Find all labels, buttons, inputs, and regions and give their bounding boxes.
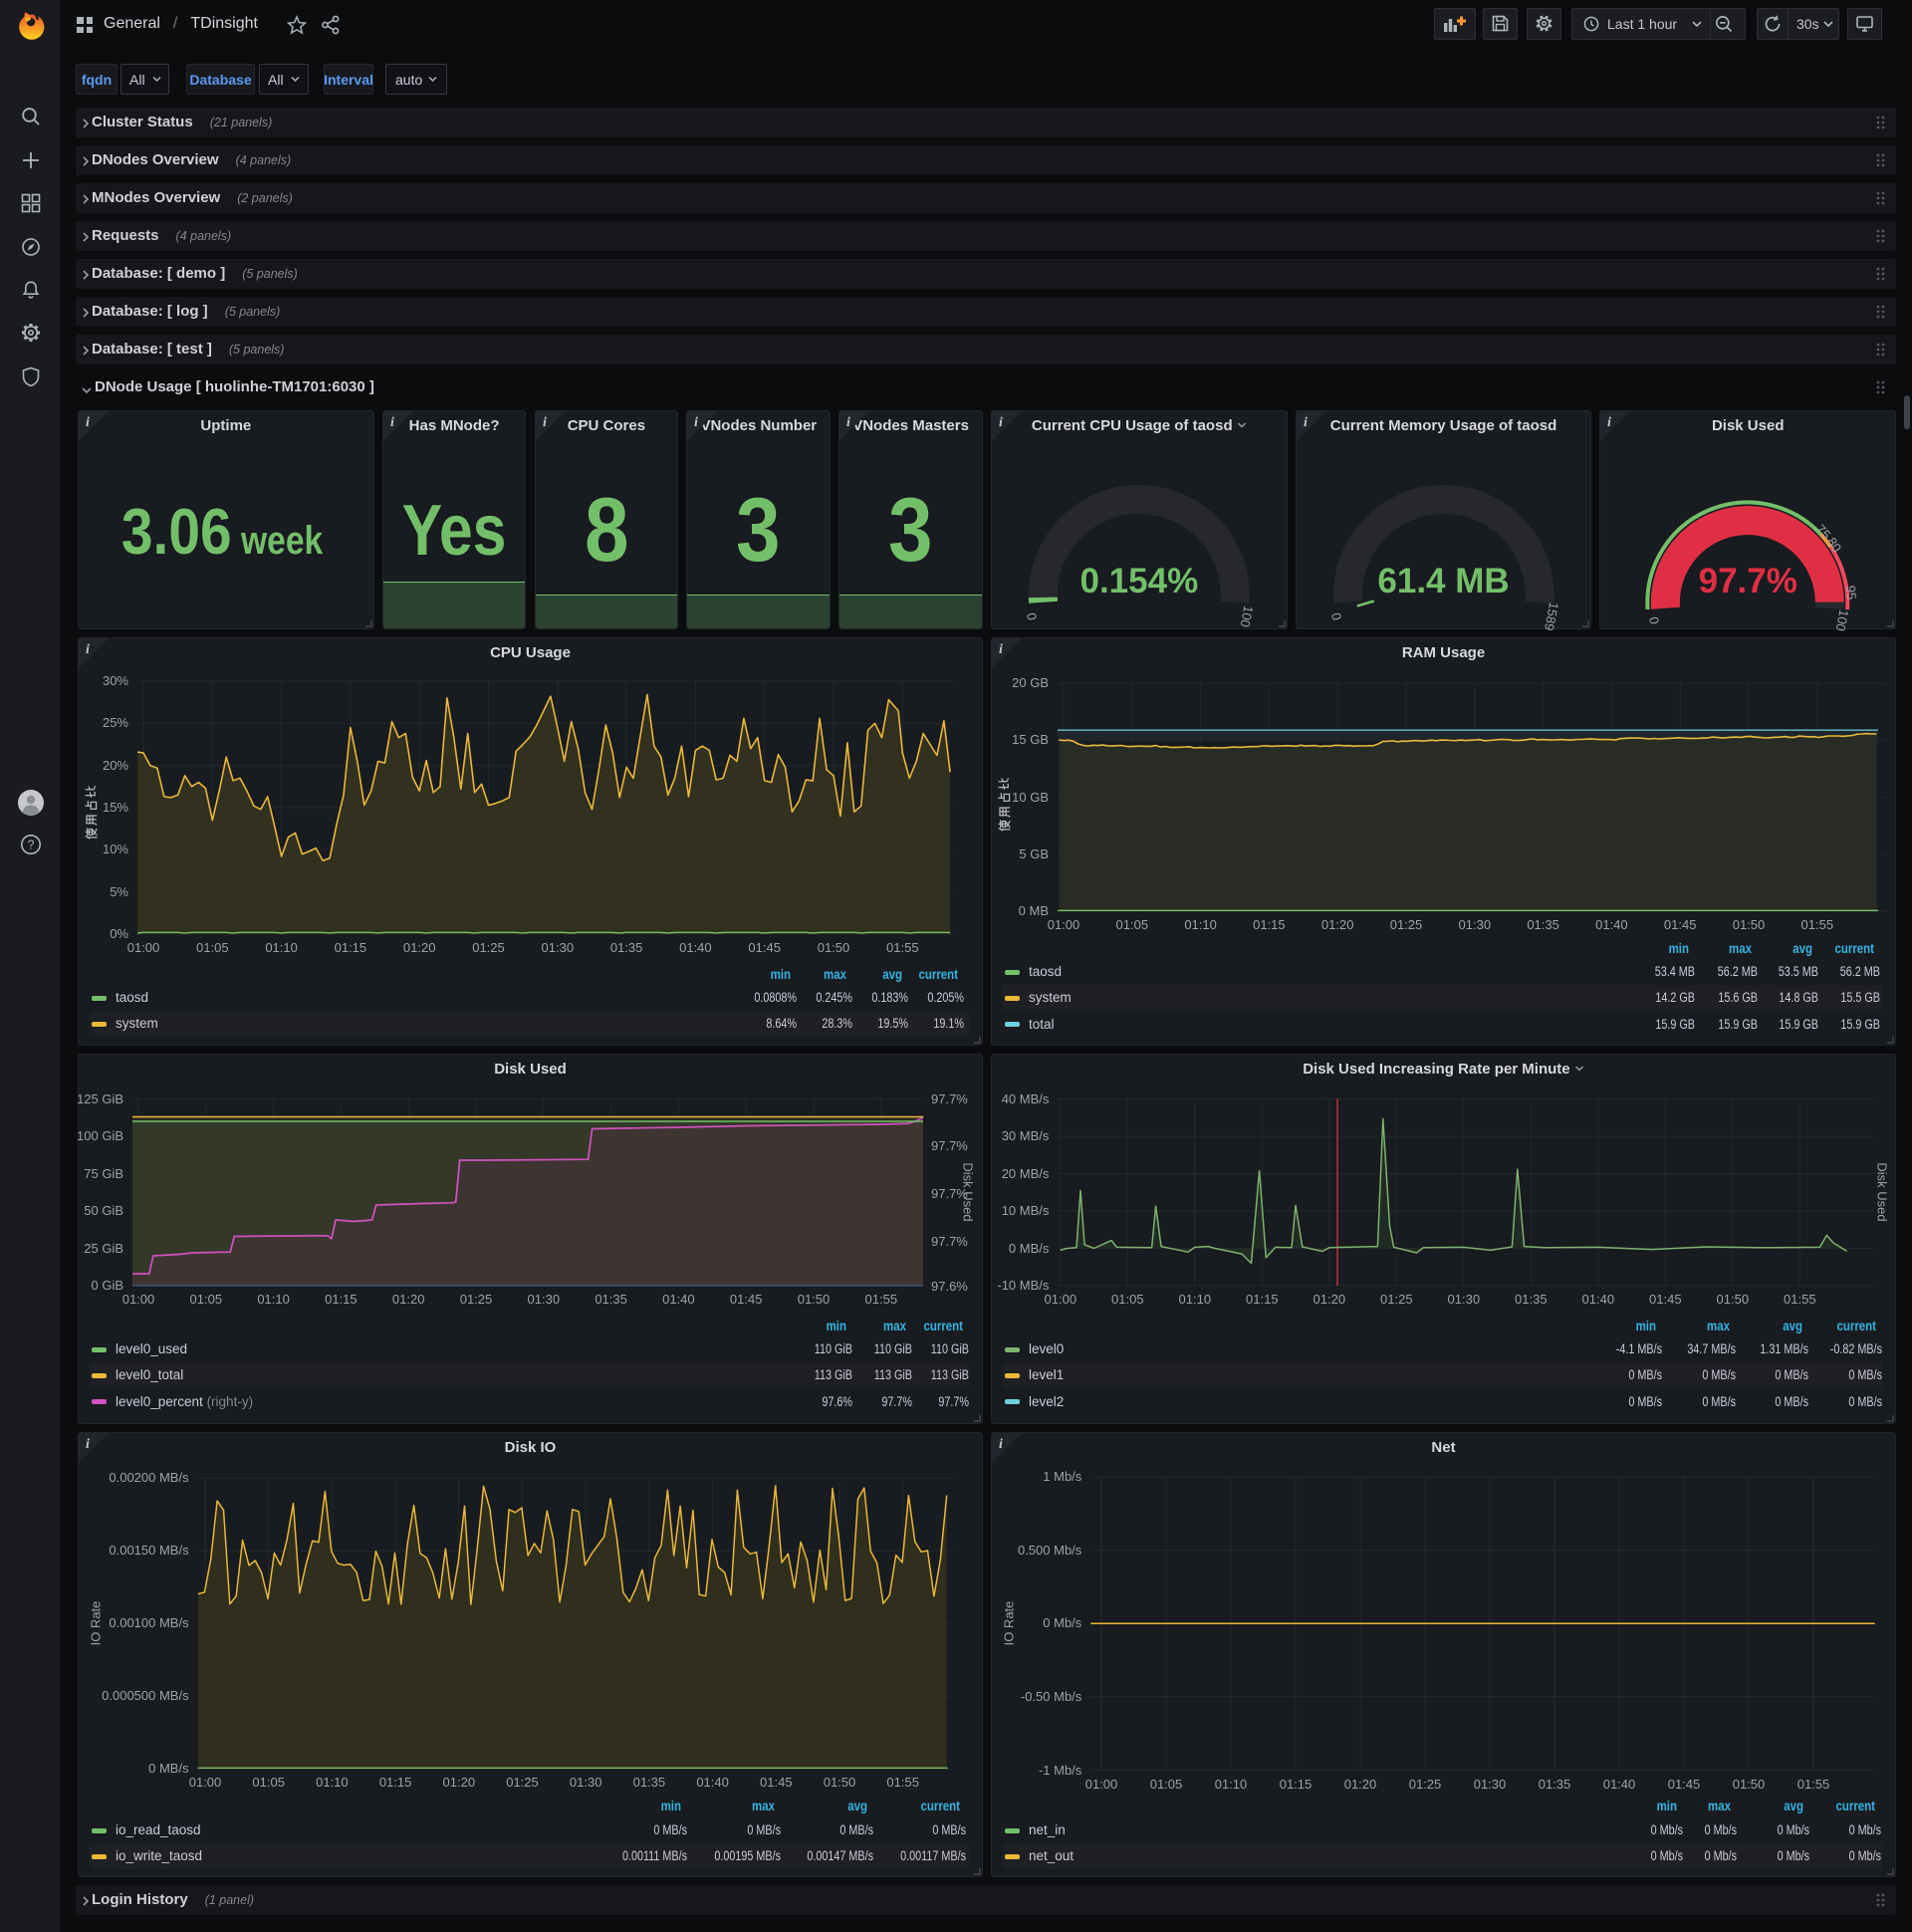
svg-text:?: ? bbox=[28, 839, 35, 852]
svg-text:i: i bbox=[86, 415, 90, 430]
svg-text:i: i bbox=[390, 415, 394, 430]
svg-text:i: i bbox=[846, 415, 850, 430]
svg-text:i: i bbox=[543, 415, 547, 430]
svg-text:i: i bbox=[694, 415, 698, 430]
